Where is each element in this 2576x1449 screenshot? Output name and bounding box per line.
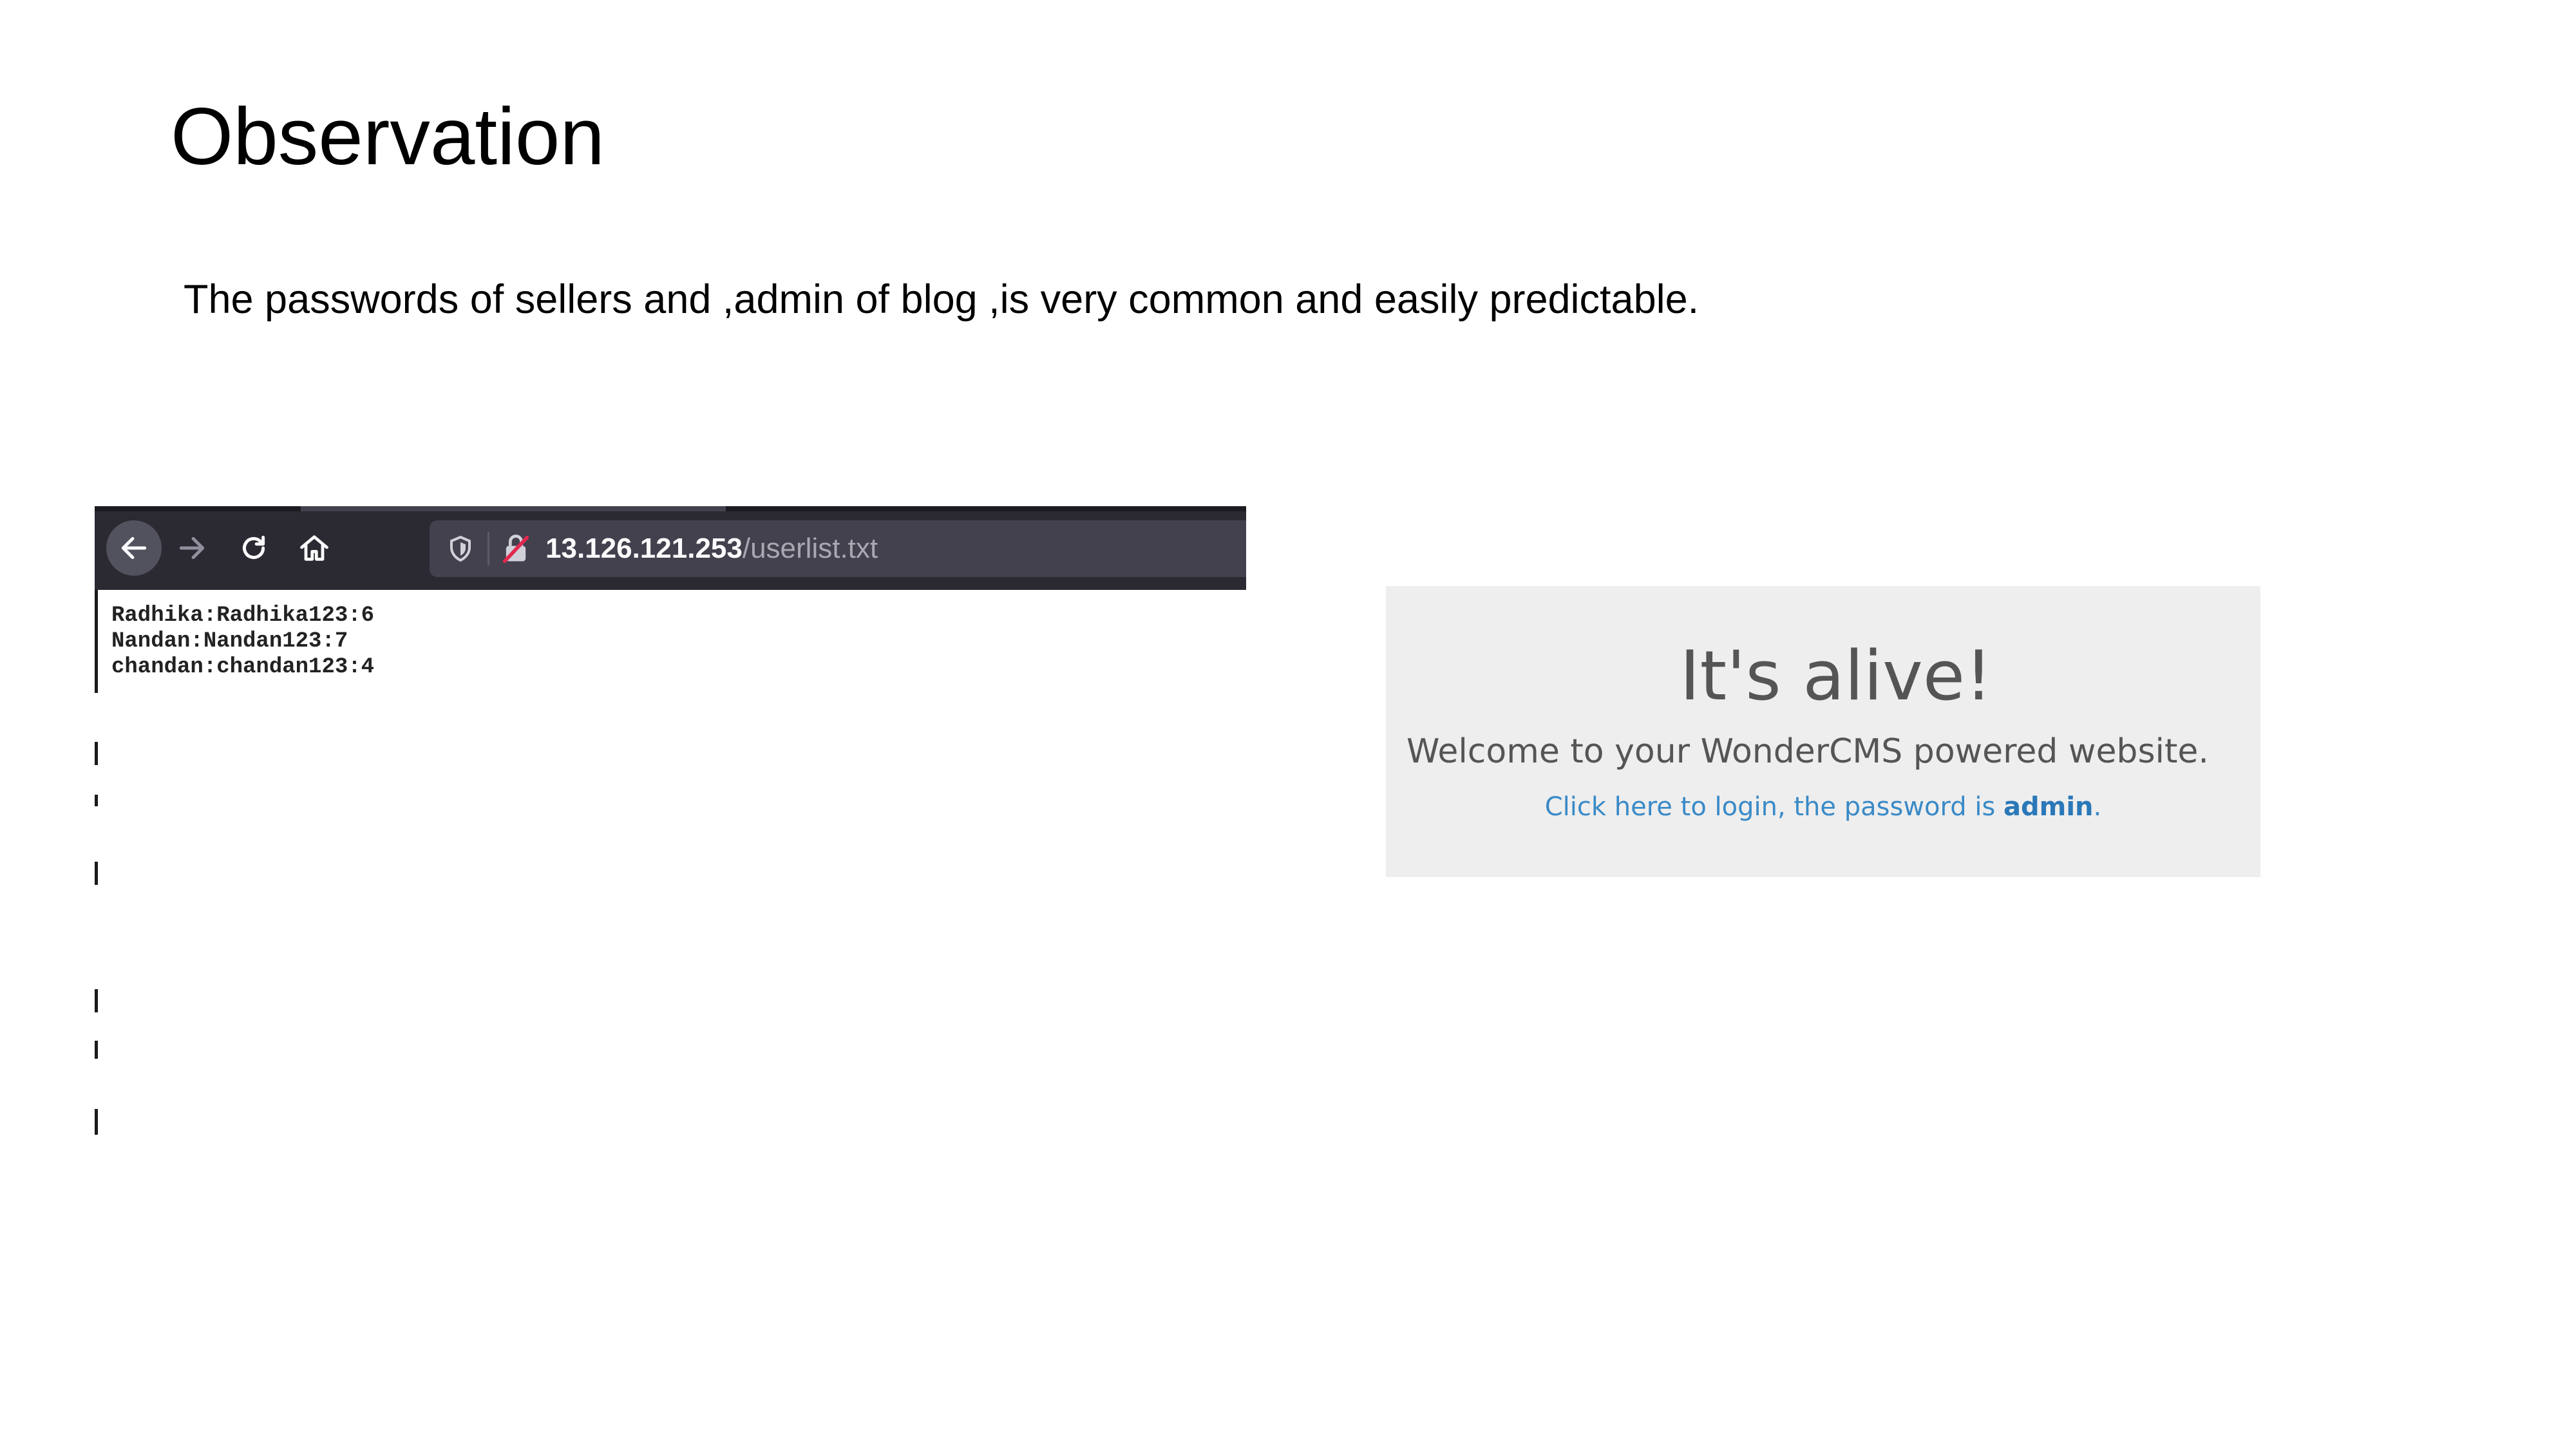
back-arrow-icon [121,536,147,560]
reload-icon [242,535,265,560]
home-button[interactable] [287,520,342,576]
tab-strip [95,506,1246,511]
cms-heading: It's alive! [1680,636,1993,715]
browser-toolbar: 13.126.121.253/userlist.txt [95,506,1246,590]
edge-mark [95,795,98,806]
slide-body-text: The passwords of sellers and ,admin of b… [184,277,1700,322]
browser-screenshot: 13.126.121.253/userlist.txt Radhika:Radh… [95,506,1246,1142]
back-button[interactable] [106,520,162,576]
cms-login-suffix: . [2093,792,2102,822]
edge-mark [95,742,98,765]
edge-mark [95,1109,98,1135]
url-text[interactable]: 13.126.121.253/userlist.txt [545,531,878,566]
reload-button[interactable] [226,520,281,576]
edge-mark [95,989,98,1012]
cms-login-text[interactable]: Click here to login, the password is [1545,792,2003,822]
userlist-file-content: Radhika:Radhika123:6 Nandan:Nandan123:7 … [111,603,374,680]
slide-title: Observation [171,92,605,182]
insecure-lock-icon[interactable] [499,532,533,565]
file-line: Radhika:Radhika123:6 [111,603,375,628]
window-edge [95,590,99,1142]
url-divider [488,532,489,565]
file-line: chandan:chandan123:4 [111,655,375,679]
forward-button[interactable] [164,520,220,576]
wondercms-screenshot: It's alive! Welcome to your WonderCMS po… [1386,586,2260,877]
cms-welcome-text: Welcome to your WonderCMS powered websit… [1406,732,2209,771]
edge-mark [95,590,98,693]
home-icon [300,535,328,561]
edge-mark [95,1041,98,1059]
cms-login-link[interactable]: Click here to login, the password is adm… [1386,791,2260,823]
url-bar[interactable]: 13.126.121.253/userlist.txt [430,520,1246,577]
tracking-shield-icon[interactable] [445,533,476,564]
url-host: 13.126.121.253 [545,533,743,564]
cms-password[interactable]: admin [2003,792,2094,822]
url-path: /userlist.txt [742,533,878,564]
forward-arrow-icon [179,536,205,560]
file-line: Nandan:Nandan123:7 [111,629,348,654]
edge-mark [95,862,98,885]
active-tab[interactable] [301,506,726,511]
